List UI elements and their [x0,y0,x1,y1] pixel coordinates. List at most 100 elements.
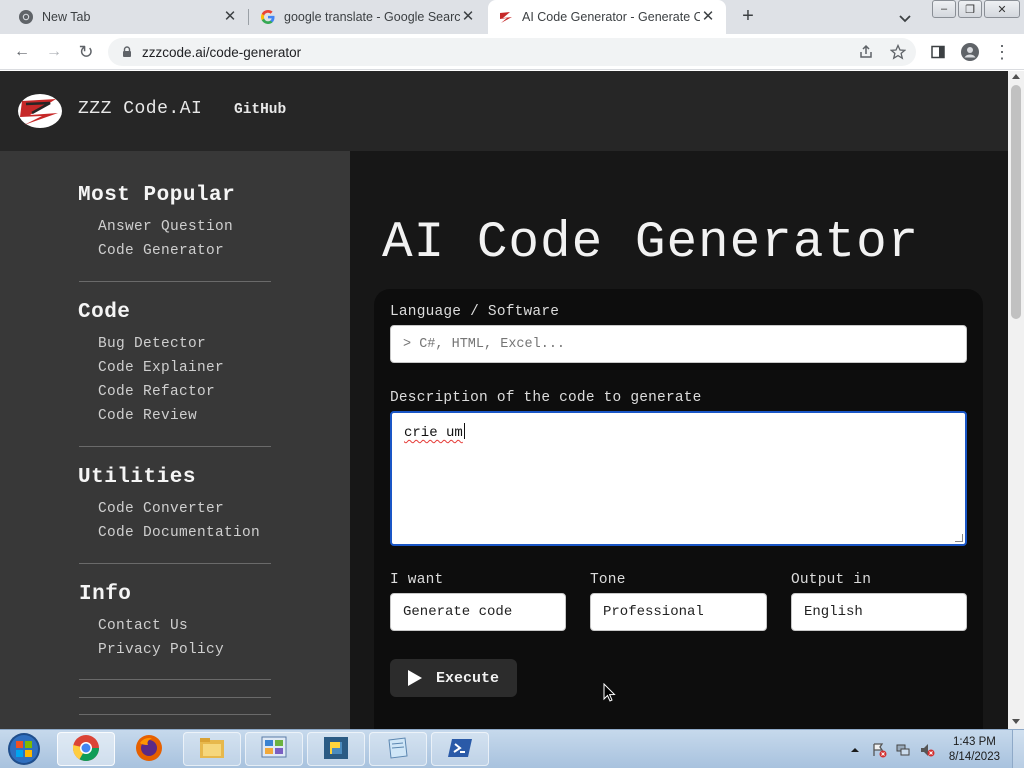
sidebar-heading-info: Info [79,583,132,606]
execute-button[interactable]: Execute [390,659,517,697]
menu-kebab-icon[interactable]: ⋮ [990,40,1014,64]
sidebar-heading-utilities: Utilities [78,466,196,489]
lock-icon [120,45,134,59]
start-button[interactable] [4,731,48,767]
back-button[interactable]: ← [10,40,34,64]
side-panel-icon[interactable] [926,40,950,64]
taskbar-powershell[interactable] [431,732,489,766]
minimize-button[interactable]: – [932,0,956,18]
taskbar-clock[interactable]: 1:43 PM 8/14/2023 [949,735,1000,765]
network-icon[interactable] [895,742,911,758]
browser-toolbar: ← → ↻ zzzcode.ai/code-generator ⋮ [0,34,1024,70]
windows-taskbar: 1:43 PM 8/14/2023 [0,729,1024,768]
chrome-icon [71,733,101,766]
output-label: Output in [791,572,872,588]
sidebar-item-code-review[interactable]: Code Review [98,408,197,424]
resize-handle-icon[interactable] [955,534,963,542]
url-text: zzzcode.ai/code-generator [142,44,302,60]
google-icon [260,9,276,25]
chevron-down-icon[interactable] [895,8,915,28]
mouse-pointer-icon [603,682,617,703]
sidebar-heading-most-popular: Most Popular [78,184,236,207]
tab-new-tab[interactable]: New Tab ✕ [8,0,248,34]
volume-muted-icon[interactable] [919,742,935,758]
scroll-down-icon[interactable] [1012,719,1020,724]
address-bar[interactable]: zzzcode.ai/code-generator [108,38,916,66]
i-want-select[interactable]: Generate code [390,593,566,631]
sidebar-item-contact-us[interactable]: Contact Us [98,618,188,634]
tone-label: Tone [590,572,626,588]
taskbar-firefox[interactable] [120,732,178,766]
i-want-label: I want [390,572,444,588]
sidebar-item-bug-detector[interactable]: Bug Detector [98,336,206,352]
tab-google-translate[interactable]: google translate - Google Search ✕ [250,0,486,34]
python-icon [321,734,351,765]
description-text: crie um [404,425,463,441]
close-tab-icon[interactable]: ✕ [460,9,476,25]
maximize-button[interactable]: ❐ [958,0,982,18]
scrollbar-thumb[interactable] [1011,85,1021,319]
close-tab-icon[interactable]: ✕ [222,9,238,25]
sidebar-divider [79,714,271,715]
taskbar-explorer[interactable] [183,732,241,766]
tab-label: google translate - Google Search [284,10,460,24]
control-panel-icon [259,734,289,765]
sidebar-item-privacy-policy[interactable]: Privacy Policy [98,642,224,658]
taskbar-chrome[interactable] [57,732,115,766]
page-scrollbar[interactable] [1008,71,1024,729]
action-center-flag-icon[interactable] [871,742,887,758]
close-window-button[interactable]: ✕ [984,0,1020,18]
powershell-icon [445,734,475,765]
web-page: ZZZ Code.AI GitHub Most Popular Answer Q… [0,71,1008,729]
play-icon [408,670,422,686]
sidebar-item-code-refactor[interactable]: Code Refactor [98,384,215,400]
text-caret [463,423,465,439]
close-tab-icon[interactable]: ✕ [700,9,716,25]
sidebar-divider [79,446,271,447]
sidebar-item-answer-question[interactable]: Answer Question [98,219,233,235]
sidebar-item-code-generator[interactable]: Code Generator [98,243,224,259]
output-language-select[interactable]: English [791,593,967,631]
zzzcode-icon [498,9,514,25]
tone-select[interactable]: Professional [590,593,767,631]
sidebar-divider [79,697,271,698]
taskbar-control-panel[interactable] [245,732,303,766]
sidebar-item-code-explainer[interactable]: Code Explainer [98,360,224,376]
sidebar-divider [79,679,271,680]
tab-label: New Tab [42,10,91,24]
notepad-icon [383,734,413,765]
explorer-icon [197,734,227,765]
description-label: Description of the code to generate [390,390,702,406]
new-tab-button[interactable]: + [736,5,760,29]
zzzcode-logo-icon[interactable] [16,91,64,131]
share-icon[interactable] [854,40,878,64]
github-link[interactable]: GitHub [234,102,286,118]
forward-button[interactable]: → [42,40,66,64]
show-hidden-icons-icon[interactable] [847,742,863,758]
sidebar-item-code-documentation[interactable]: Code Documentation [98,525,260,541]
tab-ai-code-generator[interactable]: AI Code Generator - Generate Co ✕ [488,0,726,34]
show-desktop-button[interactable] [1012,730,1024,768]
language-input[interactable]: > C#, HTML, Excel... [390,325,967,363]
language-placeholder: > C#, HTML, Excel... [403,336,566,352]
scroll-up-icon[interactable] [1012,74,1020,79]
clock-date: 8/14/2023 [948,750,1000,763]
brand-name[interactable]: ZZZ Code.AI [78,99,202,119]
sidebar-item-code-converter[interactable]: Code Converter [98,501,224,517]
taskbar-notepad[interactable] [369,732,427,766]
tab-label: AI Code Generator - Generate Co [522,10,700,24]
bookmark-star-icon[interactable] [886,40,910,64]
taskbar-python[interactable] [307,732,365,766]
page-title: AI Code Generator [382,215,920,272]
system-tray: 1:43 PM 8/14/2023 [847,730,1024,768]
execute-label: Execute [436,669,500,687]
reload-button[interactable]: ↻ [74,40,98,64]
sidebar-heading-code: Code [78,301,131,324]
description-textarea[interactable]: crie um [390,411,967,546]
clock-time: 1:43 PM [953,735,996,748]
chrome-icon [18,9,34,25]
tab-divider [248,9,249,25]
language-label: Language / Software [390,304,560,320]
sidebar-divider [79,281,271,282]
profile-avatar-icon[interactable] [958,40,982,64]
